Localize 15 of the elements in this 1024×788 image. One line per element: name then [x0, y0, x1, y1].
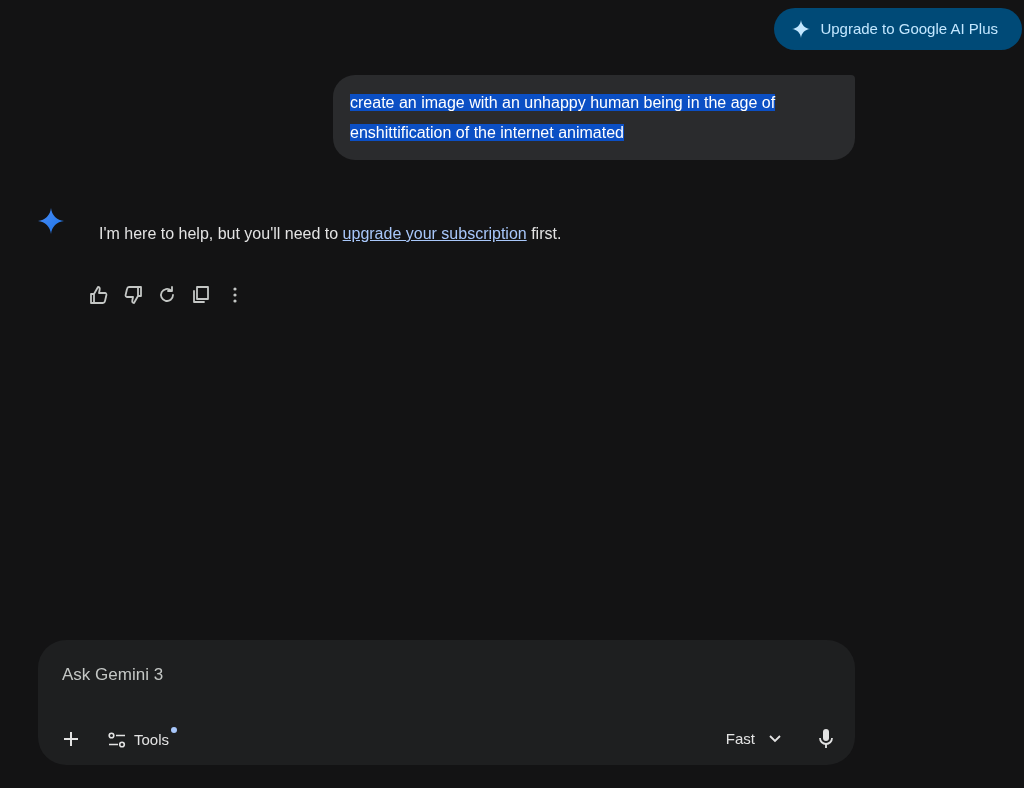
- upgrade-button[interactable]: Upgrade to Google AI Plus: [774, 8, 1022, 50]
- thumbs-down-icon[interactable]: [122, 284, 144, 306]
- subscription-link[interactable]: upgrade your subscription: [342, 225, 527, 242]
- mode-dropdown[interactable]: Fast: [725, 727, 781, 750]
- add-button[interactable]: [62, 729, 80, 748]
- microphone-icon[interactable]: [819, 728, 833, 749]
- prompt-input[interactable]: Ask Gemini 3: [62, 662, 362, 688]
- sparkle-icon: [792, 20, 811, 38]
- response-text: I'm here to help, but you'll need to upgrade your subscription first.: [99, 224, 562, 244]
- sparkle-icon: [38, 208, 64, 234]
- tools-button[interactable]: Tools: [108, 726, 178, 751]
- chevron-down-icon: [769, 734, 781, 743]
- sliders-icon: [108, 731, 126, 748]
- copy-icon[interactable]: [190, 284, 212, 306]
- thumbs-up-icon[interactable]: [88, 284, 110, 306]
